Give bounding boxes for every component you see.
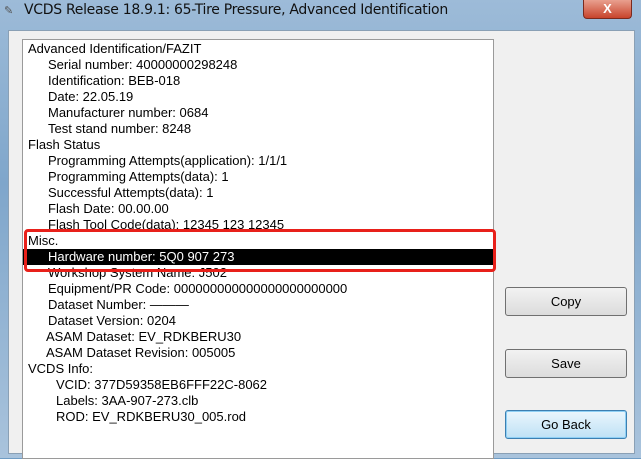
- list-item[interactable]: Equipment/PR Code: 000000000000000000000…: [23, 281, 493, 297]
- save-button[interactable]: Save: [505, 349, 627, 378]
- list-item[interactable]: Dataset Version: 0204: [23, 313, 493, 329]
- list-item[interactable]: ROD: EV_RDKBERU30_005.rod: [23, 409, 493, 425]
- list-item[interactable]: Test stand number: 8248: [23, 121, 493, 137]
- list-item[interactable]: Labels: 3AA-907-273.clb: [23, 393, 493, 409]
- vcds-window: ✎ VCDS Release 18.9.1: 65-Tire Pressure,…: [0, 0, 641, 459]
- list-item[interactable]: Date: 22.05.19: [23, 89, 493, 105]
- list-item[interactable]: Advanced Identification/FAZIT: [23, 41, 493, 57]
- list-item[interactable]: Identification: BEB-018: [23, 73, 493, 89]
- list-item[interactable]: Flash Status: [23, 137, 493, 153]
- vcds-app-icon: ✎: [4, 5, 14, 17]
- window-title: VCDS Release 18.9.1: 65-Tire Pressure, A…: [24, 2, 448, 18]
- copy-button[interactable]: Copy: [505, 287, 627, 316]
- list-item[interactable]: Flash Date: 00.00.00: [23, 201, 493, 217]
- list-item[interactable]: Programming Attempts(data): 1: [23, 169, 493, 185]
- close-button[interactable]: X: [583, 0, 632, 19]
- highlight-box: [24, 229, 496, 272]
- list-item[interactable]: ASAM Dataset Revision: 005005: [23, 345, 493, 361]
- list-item[interactable]: Successful Attempts(data): 1: [23, 185, 493, 201]
- go-back-button[interactable]: Go Back: [505, 410, 627, 439]
- list-item[interactable]: Dataset Number: ———: [23, 297, 493, 313]
- list-item[interactable]: Serial number: 40000000298248: [23, 57, 493, 73]
- list-item[interactable]: Manufacturer number: 0684: [23, 105, 493, 121]
- list-item[interactable]: VCID: 377D59358EB6FFF22C-8062: [23, 377, 493, 393]
- list-item[interactable]: ASAM Dataset: EV_RDKBERU30: [23, 329, 493, 345]
- list-item[interactable]: Programming Attempts(application): 1/1/1: [23, 153, 493, 169]
- list-item[interactable]: VCDS Info:: [23, 361, 493, 377]
